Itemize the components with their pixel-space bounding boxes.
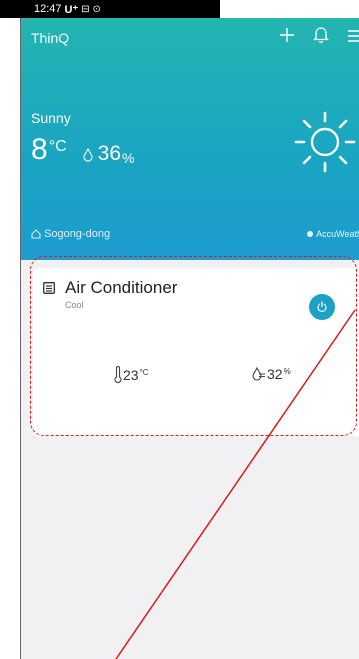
thermometer-icon [114, 366, 122, 384]
app-title: ThinQ [31, 30, 70, 46]
device-name: Air Conditioner [65, 278, 178, 297]
status-bar: 12:47 U⁺ ⊟ ⊙ [0, 0, 220, 18]
temperature-unit: °C [48, 138, 67, 155]
location-label: Sogong-dong [44, 228, 111, 240]
humidity-value: 36 [97, 142, 121, 165]
device-humidity: 32 % [251, 366, 291, 382]
air-conditioner-icon [43, 282, 55, 294]
status-time: 12:47 [34, 3, 62, 15]
home-icon [31, 229, 41, 239]
app-screen: ThinQ Sunny 8 °C 36 % Sogong-dong AccuWe… [20, 18, 359, 659]
provider-logo-icon [307, 231, 314, 237]
notification-bell-icon[interactable] [310, 26, 332, 48]
sun-icon [294, 111, 356, 173]
provider-label: AccuWeather [316, 229, 359, 239]
temperature-value: 23 [123, 367, 139, 383]
power-icon [317, 301, 327, 312]
humidity-unit: % [122, 150, 135, 166]
humidity-icon [81, 147, 95, 166]
weather-provider: AccuWeather [307, 229, 359, 239]
outdoor-temperature: 8 [31, 133, 48, 166]
outdoor-humidity: 36 % [81, 142, 135, 166]
weather-condition: Sunny [31, 110, 71, 126]
add-icon[interactable] [276, 26, 298, 48]
device-mode: Cool [65, 300, 84, 310]
status-icons: ⊟ ⊙ [81, 3, 101, 15]
location[interactable]: Sogong-dong [31, 228, 110, 240]
menu-icon[interactable] [344, 26, 359, 48]
humidity-unit: % [283, 366, 291, 376]
device-temperature: 23 °C [113, 366, 149, 384]
temperature-unit: °C [139, 367, 149, 377]
top-bar: ThinQ [31, 26, 359, 50]
power-button[interactable] [309, 294, 335, 320]
weather-readings: 8 °C 36 % [31, 133, 135, 167]
device-card-air-conditioner[interactable]: Air Conditioner Cool 23 °C 32 % [33, 268, 359, 436]
carrier-label: U⁺ [64, 3, 79, 16]
weather-header: ThinQ Sunny 8 °C 36 % Sogong-dong AccuWe… [21, 18, 359, 260]
humidity-icon [252, 366, 265, 381]
humidity-value: 32 [267, 366, 283, 382]
top-actions [276, 26, 359, 48]
